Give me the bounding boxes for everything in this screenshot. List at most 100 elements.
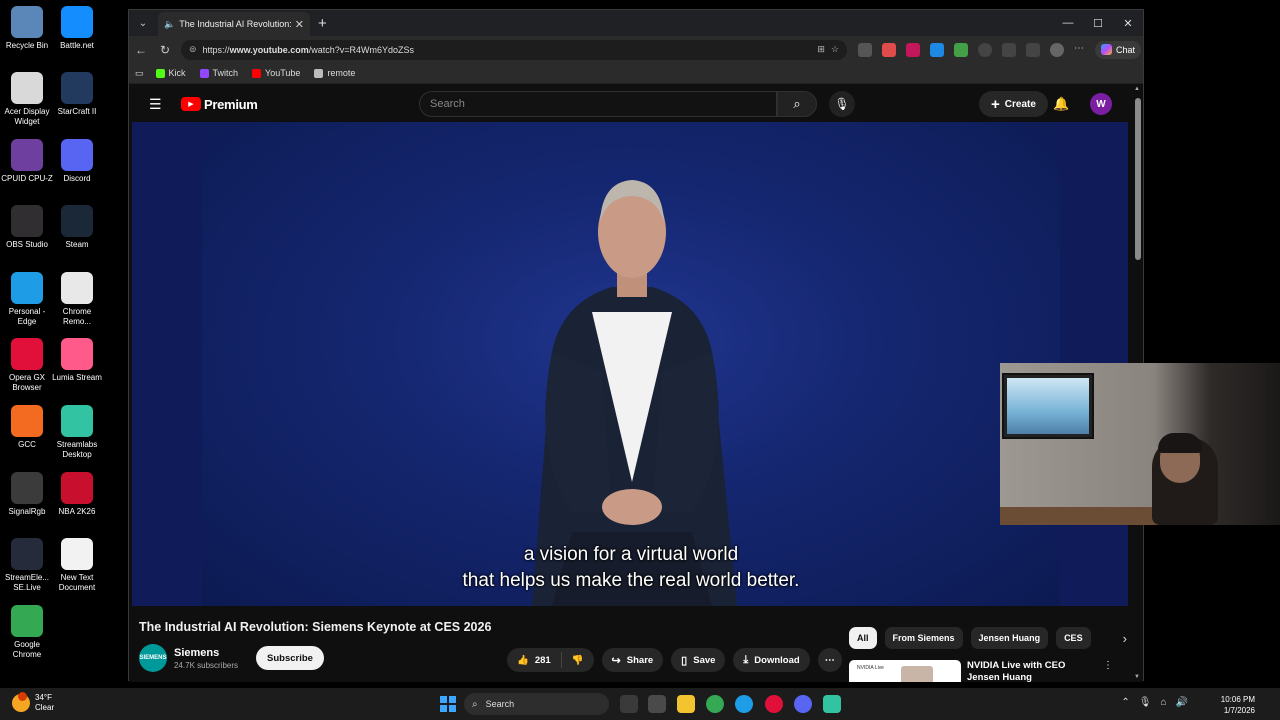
site-info-icon[interactable]: ⊜ (189, 44, 197, 55)
subscribe-button[interactable]: Subscribe (256, 646, 324, 670)
chevron-right-icon[interactable]: › (1123, 631, 1127, 646)
desktop-icon[interactable]: Lumia Stream (50, 338, 104, 383)
extension-green-icon[interactable] (954, 42, 968, 57)
video-player[interactable]: a vision for a virtual world that helps … (132, 122, 1128, 606)
file-explorer-icon[interactable] (677, 695, 695, 713)
address-bar[interactable]: ⊜ https://www.youtube.com/watch?v=R4Wm6Y… (181, 39, 847, 60)
favorite-star-icon[interactable]: ☆ (831, 44, 839, 55)
url-prefix: https:// (202, 44, 230, 55)
voice-search-button[interactable]: 🎙 (829, 91, 855, 117)
widgets-icon[interactable] (648, 695, 666, 713)
desktop-icon[interactable]: SignalRgb (0, 472, 54, 517)
weather-widget[interactable]: 34°F Clear (12, 692, 54, 713)
video-frame: a vision for a virtual world that helps … (202, 122, 1060, 606)
desktop-icon[interactable]: Streamlabs Desktop (50, 405, 104, 460)
back-button[interactable]: ← (129, 43, 153, 57)
desktop-icon[interactable]: NBA 2K26 (50, 472, 104, 517)
extension-folder-icon[interactable] (858, 42, 872, 57)
extension-red-icon[interactable] (882, 42, 896, 57)
desktop-icon[interactable]: Chrome Remo... (50, 272, 104, 327)
recommended-thumbnail[interactable]: NVIDIA Live (849, 660, 961, 682)
desktop-icon[interactable]: CPUID CPU-Z (0, 139, 54, 184)
clock[interactable]: 10:06 PM 1/7/2026 (1221, 694, 1255, 716)
desktop-icon[interactable]: GCC (0, 405, 54, 450)
edge-taskbar-icon[interactable] (735, 695, 753, 713)
start-button[interactable] (440, 696, 456, 712)
desktop-icon[interactable]: Personal - Edge (0, 272, 54, 327)
profile-icon[interactable] (1050, 42, 1064, 57)
copilot-chat-button[interactable]: Chat (1095, 40, 1142, 59)
desktop-icon[interactable]: StarCraft II (50, 72, 104, 117)
search-button[interactable]: ⌕ (777, 91, 817, 117)
show-hidden-icons-icon[interactable]: ⌃ (1121, 697, 1129, 708)
speaker-icon[interactable]: 🔈 (164, 19, 175, 30)
share-button[interactable]: ↪ Share (601, 648, 664, 672)
recommended-video[interactable]: NVIDIA Live NVIDIA Live with CEO Jensen … (849, 660, 1113, 682)
youtube-logo[interactable]: ▶ Premium (181, 97, 258, 112)
desktop-icon[interactable]: Discord (50, 139, 104, 184)
minimize-button[interactable]: — (1053, 10, 1083, 36)
opera-gx-taskbar-icon[interactable] (765, 695, 783, 713)
extensions-puzzle-icon[interactable] (1002, 42, 1016, 57)
tab-actions-button[interactable]: ⌄ (132, 13, 154, 33)
desktop-icon[interactable]: New Text Document (50, 538, 104, 593)
volume-icon[interactable]: 🔊 (1176, 697, 1188, 708)
more-actions-button[interactable]: ⋯ (817, 648, 842, 672)
like-button[interactable]: 👍 281 (507, 652, 562, 668)
desktop-icon[interactable]: Battle.net (50, 6, 104, 51)
avatar[interactable]: W (1090, 93, 1112, 115)
chip-all[interactable]: All (849, 627, 877, 649)
channel-name[interactable]: Siemens (174, 647, 238, 659)
scrollbar-thumb[interactable] (1135, 98, 1141, 260)
webcam-tv-screen (1007, 378, 1089, 434)
taskbar-search[interactable]: ⌕ Search (464, 693, 609, 715)
reload-button[interactable]: ↻ (153, 43, 177, 57)
channel-avatar[interactable]: SIEMENS (139, 644, 167, 672)
bookmark-remote[interactable]: remote (314, 68, 355, 78)
create-button[interactable]: + Create (979, 91, 1048, 117)
microphone-tray-icon[interactable]: 🎙 (1139, 697, 1152, 708)
extension-blue-icon[interactable] (930, 42, 944, 57)
scroll-up-icon[interactable]: ▲ (1134, 86, 1140, 92)
scroll-down-icon[interactable]: ▼ (1134, 674, 1140, 680)
chip-from-siemens[interactable]: From Siemens (884, 627, 963, 649)
download-button[interactable]: ⤓ Download (733, 648, 810, 672)
close-tab-icon[interactable]: ✕ (295, 18, 304, 31)
bookmark-youtube[interactable]: YouTube (252, 68, 300, 78)
bookmark-twitch[interactable]: Twitch (199, 68, 238, 78)
desktop-icon[interactable]: Recycle Bin (0, 6, 54, 51)
more-vert-icon[interactable]: ⋮ (1103, 660, 1113, 682)
recommended-title[interactable]: NVIDIA Live with CEO Jensen Huang (967, 660, 1097, 682)
desktop-icon[interactable]: Google Chrome (0, 605, 54, 660)
app-available-icon[interactable]: ⊞ (817, 44, 825, 55)
bookmark-kick[interactable]: Kick (155, 68, 186, 78)
more-options-icon[interactable]: ⋯ (1074, 43, 1084, 57)
chip-jensen-huang[interactable]: Jensen Huang (970, 627, 1049, 649)
tab-youtube[interactable]: 🔈 The Industrial AI Revolution: S ✕ (129, 12, 310, 92)
save-button[interactable]: ▯ Save (671, 648, 726, 672)
close-window-button[interactable]: ✕ (1113, 10, 1143, 36)
favorites-icon[interactable] (1026, 42, 1040, 57)
task-view-icon[interactable] (620, 695, 638, 713)
extension-pink-icon[interactable] (906, 42, 920, 57)
bookmarks-menu-icon[interactable]: ▭ (135, 68, 144, 79)
network-icon[interactable]: ⌂ (1161, 697, 1167, 708)
search-input[interactable]: Search (419, 91, 777, 117)
chip-ces[interactable]: CES (1056, 627, 1091, 649)
new-tab-button[interactable]: + (318, 15, 327, 32)
desktop-icon[interactable]: StreamEle... SE.Live (0, 538, 54, 593)
desktop-icon[interactable]: Steam (50, 205, 104, 250)
notifications-bell-icon[interactable]: 🔔 (1053, 96, 1069, 112)
desktop-icon[interactable]: Acer Display Widget (0, 72, 54, 127)
chrome-taskbar-icon[interactable] (706, 695, 724, 713)
desktop-icon[interactable]: OBS Studio (0, 205, 54, 250)
maximize-button[interactable]: ☐ (1083, 10, 1113, 36)
refresh-extension-icon[interactable] (978, 42, 992, 57)
menu-icon[interactable]: ☰ (149, 96, 163, 113)
dislike-button[interactable]: 👎 (562, 655, 594, 666)
desktop-icon[interactable]: Opera GX Browser (0, 338, 54, 393)
kick-icon (155, 68, 165, 78)
discord-taskbar-icon[interactable] (794, 695, 812, 713)
desktop-icon-label: Recycle Bin (5, 41, 49, 50)
streamlabs-taskbar-icon[interactable] (823, 695, 841, 713)
